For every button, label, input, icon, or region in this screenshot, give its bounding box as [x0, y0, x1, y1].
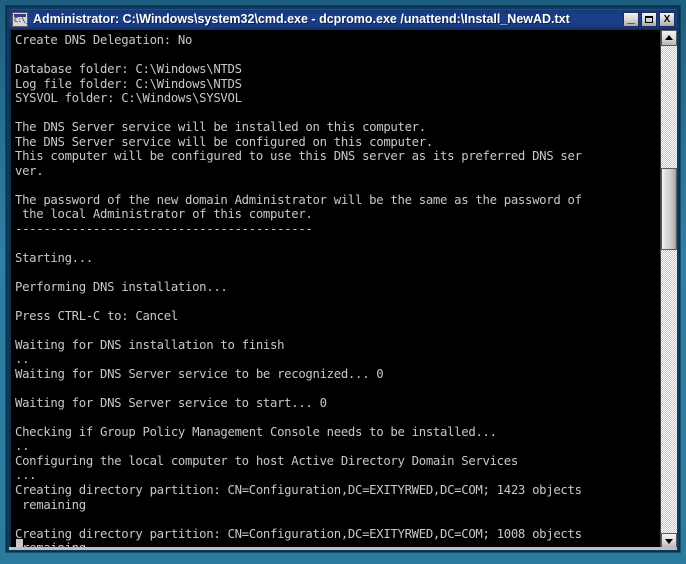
minimize-icon: _: [627, 9, 635, 25]
console-line: Press CTRL-C to: Cancel: [15, 308, 178, 323]
window-client-area: Create DNS Delegation: No Database folde…: [9, 29, 677, 549]
scrollbar-thumb[interactable]: [661, 168, 677, 250]
window-title: Administrator: C:\Windows\system32\cmd.e…: [33, 12, 570, 26]
close-button[interactable]: X: [659, 11, 675, 27]
console-line: The password of the new domain Administr…: [15, 192, 582, 207]
console-line: The DNS Server service will be installed…: [15, 120, 426, 135]
console-line: Checking if Group Policy Management Cons…: [15, 424, 497, 439]
console-line: Waiting for DNS Server service to be rec…: [15, 366, 384, 381]
console-line: ..: [15, 352, 30, 367]
maximize-button[interactable]: [641, 11, 657, 27]
console-line: Creating directory partition: CN=Configu…: [15, 482, 582, 497]
minimize-button[interactable]: _: [623, 9, 639, 27]
console-line: ver.: [15, 163, 44, 178]
console-line: ----------------------------------------…: [15, 221, 313, 236]
arrow-down-glyph: [665, 539, 673, 544]
console-line: Create DNS Delegation: No: [15, 33, 193, 47]
console-line: Database folder: C:\Windows\NTDS: [15, 62, 242, 77]
cmd-console-icon[interactable]: [12, 11, 29, 27]
desktop-background: Administrator: C:\Windows\system32\cmd.e…: [0, 0, 686, 564]
console-line: Waiting for DNS installation to finish: [15, 337, 285, 352]
maximize-icon: [642, 13, 656, 26]
scroll-up-arrow-icon[interactable]: [661, 30, 677, 46]
window-controls: _ X: [623, 9, 675, 27]
console-line: ..: [15, 439, 30, 454]
console-line: Starting...: [15, 250, 93, 265]
console-line: Configuring the local computer to host A…: [15, 453, 518, 468]
console-line: SYSVOL folder: C:\Windows\SYSVOL: [15, 91, 242, 106]
console-line: Creating directory partition: CN=Configu…: [15, 526, 582, 541]
console-line: remaining: [15, 497, 86, 512]
console-cursor: [16, 539, 23, 547]
console-line: This computer will be configured to use …: [15, 149, 582, 164]
console-text: Create DNS Delegation: No Database folde…: [15, 33, 660, 549]
console-line: Log file folder: C:\Windows\NTDS: [15, 76, 242, 91]
arrow-up-glyph: [665, 35, 673, 40]
command-prompt-window: Administrator: C:\Windows\system32\cmd.e…: [6, 6, 680, 552]
console-line: Performing DNS installation...: [15, 279, 228, 294]
console-line: the local Administrator of this computer…: [15, 207, 313, 222]
vertical-scrollbar[interactable]: [660, 30, 677, 549]
close-icon: X: [663, 13, 671, 25]
console-line: The DNS Server service will be configure…: [15, 134, 433, 149]
console-line: ...: [15, 468, 37, 483]
window-bottom-edge: [9, 547, 677, 550]
console-line: Waiting for DNS Server service to start.…: [15, 395, 327, 410]
window-titlebar[interactable]: Administrator: C:\Windows\system32\cmd.e…: [9, 9, 677, 29]
console-output-area[interactable]: Create DNS Delegation: No Database folde…: [11, 30, 660, 549]
